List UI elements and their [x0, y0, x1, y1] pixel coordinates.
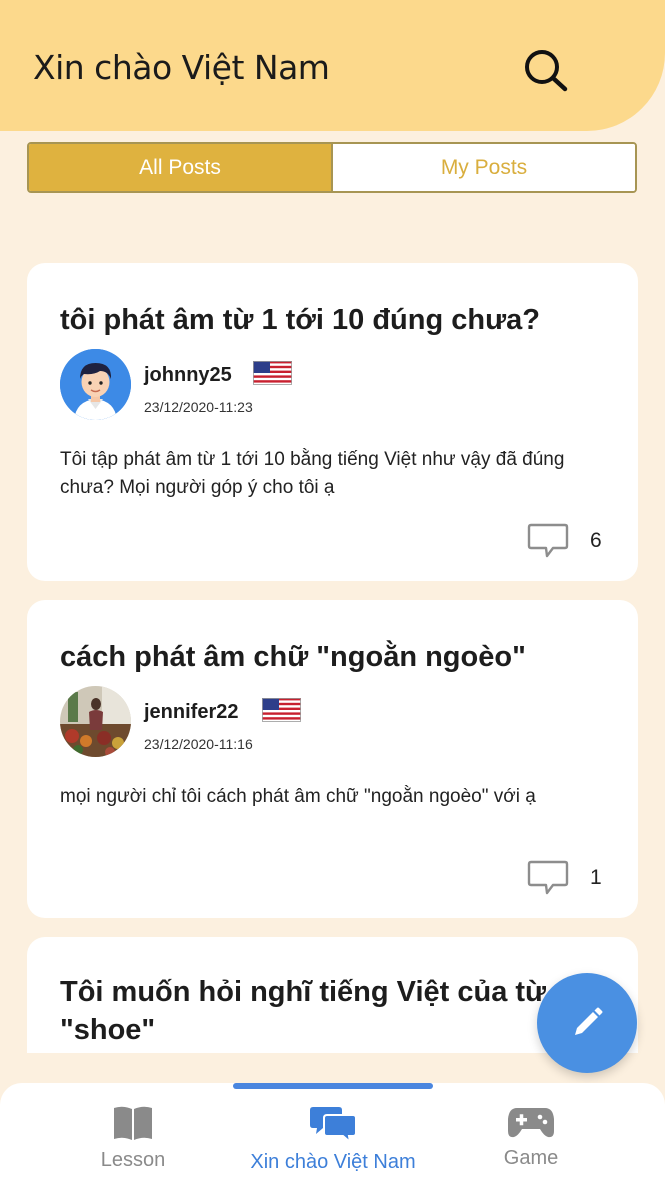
chat-bubbles-icon — [310, 1107, 357, 1143]
avatar-photo-icon — [60, 686, 131, 757]
post-timestamp: 23/12/2020-11:23 — [144, 399, 253, 415]
post-feed[interactable]: tôi phát âm từ 1 tới 10 đúng chưa? johnn… — [27, 263, 638, 1053]
avatar-boy-icon — [60, 349, 131, 420]
comment-count: 1 — [590, 866, 602, 889]
post-timestamp: 23/12/2020-11:16 — [144, 736, 253, 752]
page-title: Xin chào Việt Nam — [33, 48, 330, 87]
nav-item-community[interactable]: Xin chào Việt Nam — [233, 1105, 433, 1174]
comment-count: 6 — [590, 529, 602, 552]
search-button[interactable] — [520, 46, 572, 94]
search-icon — [525, 50, 568, 92]
avatar[interactable] — [60, 349, 131, 420]
post-title: cách phát âm chữ "ngoằn ngoèo" — [60, 641, 526, 673]
comment-icon[interactable] — [527, 859, 569, 897]
post-title: Tôi muốn hỏi nghĩ tiếng Việt của từ "sho… — [60, 976, 547, 1046]
nav-label-lesson: Lesson — [100, 1149, 166, 1171]
nav-label-game: Game — [503, 1147, 559, 1169]
post-body: Tôi tập phát âm từ 1 tới 10 bằng tiếng V… — [60, 449, 565, 498]
gamepad-icon — [508, 1108, 554, 1138]
post-author[interactable]: jennifer22 — [144, 701, 238, 724]
us-flag-icon — [262, 698, 301, 722]
avatar[interactable] — [60, 686, 131, 757]
nav-active-indicator — [233, 1083, 433, 1089]
pencil-icon — [575, 1007, 603, 1035]
comment-icon[interactable] — [527, 522, 569, 560]
tab-my-posts[interactable]: My Posts — [331, 144, 635, 191]
post-title: tôi phát âm từ 1 tới 10 đúng chưa? — [60, 304, 540, 336]
nav-item-game[interactable]: Game — [431, 1105, 631, 1170]
post-card[interactable]: tôi phát âm từ 1 tới 10 đúng chưa? johnn… — [27, 263, 638, 581]
post-body: mọi người chỉ tôi cách phát âm chữ "ngoằ… — [60, 786, 536, 807]
nav-label-community: Xin chào Việt Nam — [250, 1151, 416, 1173]
tab-all-posts[interactable]: All Posts — [29, 144, 331, 191]
us-flag-icon — [253, 361, 292, 385]
posts-filter: All Posts My Posts — [27, 142, 637, 193]
book-icon — [114, 1106, 152, 1140]
post-author[interactable]: johnny25 — [144, 364, 232, 387]
nav-item-lesson[interactable]: Lesson — [33, 1105, 233, 1172]
post-card[interactable]: cách phát âm chữ "ngoằn ngoèo" jennifer2… — [27, 600, 638, 918]
new-post-button[interactable] — [537, 973, 637, 1073]
header-bar: Xin chào Việt Nam — [0, 0, 665, 131]
